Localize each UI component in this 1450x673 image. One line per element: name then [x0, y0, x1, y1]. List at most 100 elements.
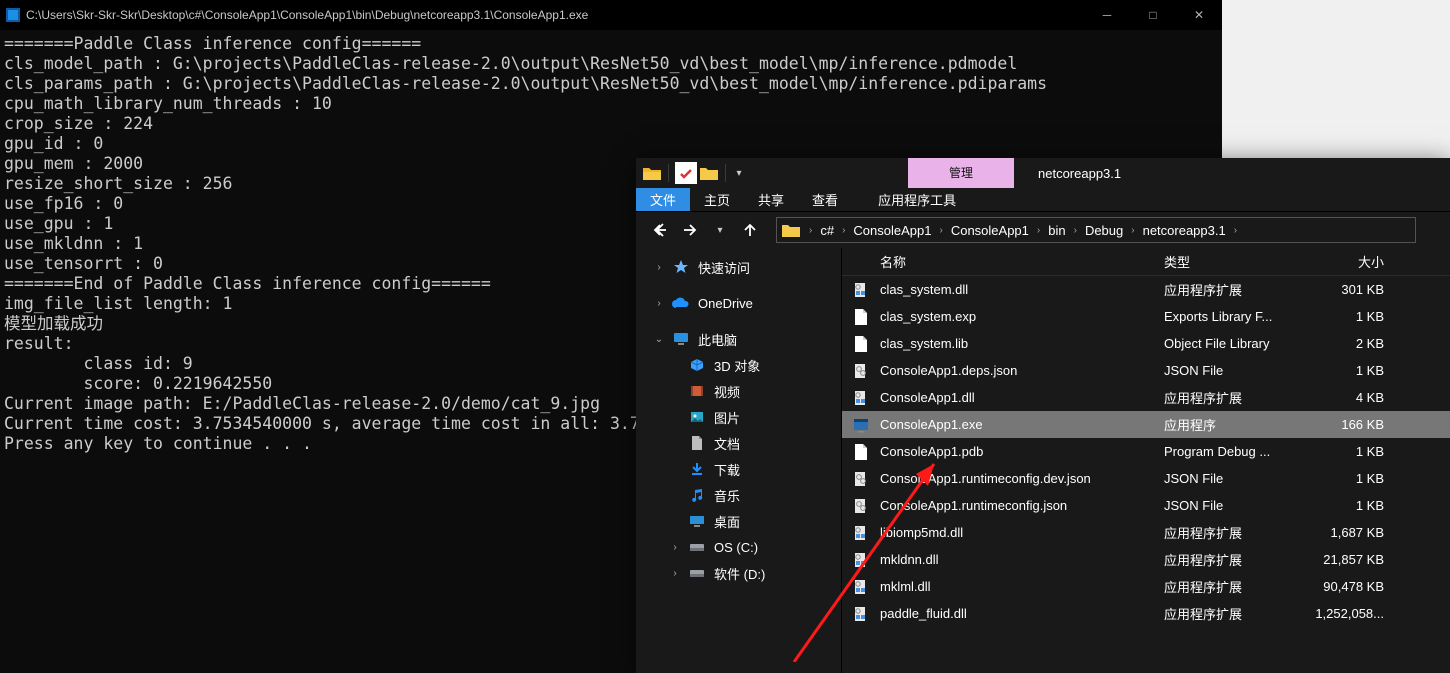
nav-downloads[interactable]: 下载 [636, 456, 841, 482]
file-name: ConsoleApp1.deps.json [880, 363, 1164, 378]
nav-drive-c[interactable]: › OS (C:) [636, 534, 841, 560]
file-name: ConsoleApp1.exe [880, 417, 1164, 432]
file-row[interactable]: ConsoleApp1.runtimeconfig.dev.jsonJSON F… [842, 465, 1450, 492]
ribbon-tab-share[interactable]: 共享 [744, 188, 798, 211]
nav-music-label: 音乐 [714, 486, 740, 505]
ribbon-tab-file[interactable]: 文件 [636, 188, 690, 211]
nav-history-chevron-icon[interactable]: ▾ [706, 216, 734, 244]
file-name: ConsoleApp1.runtimeconfig.dev.json [880, 471, 1164, 486]
file-icon [842, 552, 880, 568]
nav-quick-access[interactable]: › 快速访问 [636, 254, 841, 280]
explorer-navbar: ▾ › c#›ConsoleApp1›ConsoleApp1›bin›Debug… [636, 212, 1450, 248]
nav-quick-access-label: 快速访问 [698, 258, 750, 277]
column-header-name[interactable]: 名称 [842, 252, 1164, 271]
nav-forward-button[interactable] [676, 216, 704, 244]
nav-this-pc[interactable]: ⌄ 此电脑 [636, 326, 841, 352]
column-header-size[interactable]: 大小 [1314, 252, 1402, 271]
breadcrumb-segment[interactable]: netcoreapp3.1 [1141, 223, 1228, 238]
breadcrumb-segment[interactable]: c# [818, 223, 836, 238]
tree-chevron-icon[interactable]: › [670, 568, 680, 579]
breadcrumb-segment[interactable]: ConsoleApp1 [949, 223, 1031, 238]
ribbon-tab-home[interactable]: 主页 [690, 188, 744, 211]
file-row[interactable]: ConsoleApp1.exe应用程序166 KB [842, 411, 1450, 438]
file-type: 应用程序扩展 [1164, 523, 1314, 542]
qat-properties-icon[interactable] [675, 162, 697, 184]
breadcrumb-folder-icon [781, 220, 801, 240]
breadcrumb-sep-icon[interactable]: › [1033, 225, 1044, 236]
breadcrumb-segment[interactable]: Debug [1083, 223, 1125, 238]
file-type: 应用程序扩展 [1164, 388, 1314, 407]
file-row[interactable]: libiomp5md.dll应用程序扩展1,687 KB [842, 519, 1450, 546]
qat-customize-chevron-icon[interactable]: ▾ [732, 163, 746, 183]
explorer-titlebar[interactable]: ▾ 管理 netcoreapp3.1 [636, 158, 1450, 188]
file-size: 90,478 KB [1314, 579, 1402, 594]
file-size: 166 KB [1314, 417, 1402, 432]
qat-folder-icon[interactable] [642, 163, 662, 183]
column-header-type[interactable]: 类型 [1164, 252, 1314, 271]
file-row[interactable]: ConsoleApp1.dll应用程序扩展4 KB [842, 384, 1450, 411]
file-row[interactable]: mkldnn.dll应用程序扩展21,857 KB [842, 546, 1450, 573]
file-row[interactable]: clas_system.dll应用程序扩展301 KB [842, 276, 1450, 303]
qat-folder2-icon[interactable] [699, 163, 719, 183]
ribbon-tab-app-tools[interactable]: 应用程序工具 [864, 188, 970, 211]
download-icon [688, 460, 706, 478]
nav-back-button[interactable] [646, 216, 674, 244]
file-size: 1 KB [1314, 471, 1402, 486]
tree-chevron-icon[interactable]: › [654, 262, 664, 273]
file-icon [842, 336, 880, 352]
drive-icon [688, 538, 706, 556]
nav-pictures[interactable]: 图片 [636, 404, 841, 430]
star-icon [672, 258, 690, 276]
file-name: mkldnn.dll [880, 552, 1164, 567]
file-row[interactable]: ConsoleApp1.runtimeconfig.jsonJSON File1… [842, 492, 1450, 519]
breadcrumb-sep-icon[interactable]: › [1070, 225, 1081, 236]
console-minimize-button[interactable]: ─ [1084, 0, 1130, 30]
file-type: JSON File [1164, 471, 1314, 486]
explorer-window-title: netcoreapp3.1 [1038, 158, 1121, 188]
breadcrumb-sep-icon[interactable]: › [1230, 225, 1241, 236]
file-row[interactable]: clas_system.libObject File Library2 KB [842, 330, 1450, 357]
nav-onedrive[interactable]: › OneDrive [636, 290, 841, 316]
console-close-button[interactable]: ✕ [1176, 0, 1222, 30]
file-row[interactable]: paddle_fluid.dll应用程序扩展1,252,058... [842, 600, 1450, 627]
file-row[interactable]: mklml.dll应用程序扩展90,478 KB [842, 573, 1450, 600]
nav-3d-objects-label: 3D 对象 [714, 356, 760, 375]
file-list[interactable]: clas_system.dll应用程序扩展301 KBclas_system.e… [842, 276, 1450, 673]
breadcrumb-root-sep[interactable]: › [805, 225, 816, 236]
ribbon-tab-view[interactable]: 查看 [798, 188, 852, 211]
breadcrumb-sep-icon[interactable]: › [838, 225, 849, 236]
breadcrumb-segment[interactable]: ConsoleApp1 [851, 223, 933, 238]
tree-chevron-icon[interactable]: › [670, 542, 680, 553]
console-titlebar[interactable]: C:\Users\Skr-Skr-Skr\Desktop\c#\ConsoleA… [0, 0, 1222, 30]
breadcrumb-segment[interactable]: bin [1046, 223, 1067, 238]
explorer-window: ▾ 管理 netcoreapp3.1 文件 主页 共享 查看 应用程序工具 ▾ [636, 158, 1450, 673]
file-row[interactable]: ConsoleApp1.pdbProgram Debug ...1 KB [842, 438, 1450, 465]
nav-documents[interactable]: 文档 [636, 430, 841, 456]
nav-videos[interactable]: 视频 [636, 378, 841, 404]
file-name: ConsoleApp1.pdb [880, 444, 1164, 459]
nav-up-button[interactable] [736, 216, 764, 244]
monitor-icon [672, 330, 690, 348]
file-row[interactable]: clas_system.expExports Library F...1 KB [842, 303, 1450, 330]
breadcrumb[interactable]: › c#›ConsoleApp1›ConsoleApp1›bin›Debug›n… [776, 217, 1416, 243]
file-size: 21,857 KB [1314, 552, 1402, 567]
file-icon [842, 309, 880, 325]
file-type: Program Debug ... [1164, 444, 1314, 459]
file-icon [842, 471, 880, 487]
breadcrumb-sep-icon[interactable]: › [935, 225, 946, 236]
nav-desktop[interactable]: 桌面 [636, 508, 841, 534]
tree-chevron-icon[interactable]: › [654, 298, 664, 309]
nav-drive-d[interactable]: › 软件 (D:) [636, 560, 841, 586]
file-name: mklml.dll [880, 579, 1164, 594]
tree-chevron-expanded-icon[interactable]: ⌄ [654, 334, 664, 345]
nav-music[interactable]: 音乐 [636, 482, 841, 508]
file-type: Object File Library [1164, 336, 1314, 351]
file-type: 应用程序扩展 [1164, 280, 1314, 299]
breadcrumb-sep-icon[interactable]: › [1127, 225, 1138, 236]
file-size: 1 KB [1314, 444, 1402, 459]
nav-3d-objects[interactable]: 3D 对象 [636, 352, 841, 378]
file-row[interactable]: ConsoleApp1.deps.jsonJSON File1 KB [842, 357, 1450, 384]
file-icon [842, 282, 880, 298]
console-maximize-button[interactable]: □ [1130, 0, 1176, 30]
file-list-header[interactable]: 名称 类型 大小 [842, 248, 1450, 276]
